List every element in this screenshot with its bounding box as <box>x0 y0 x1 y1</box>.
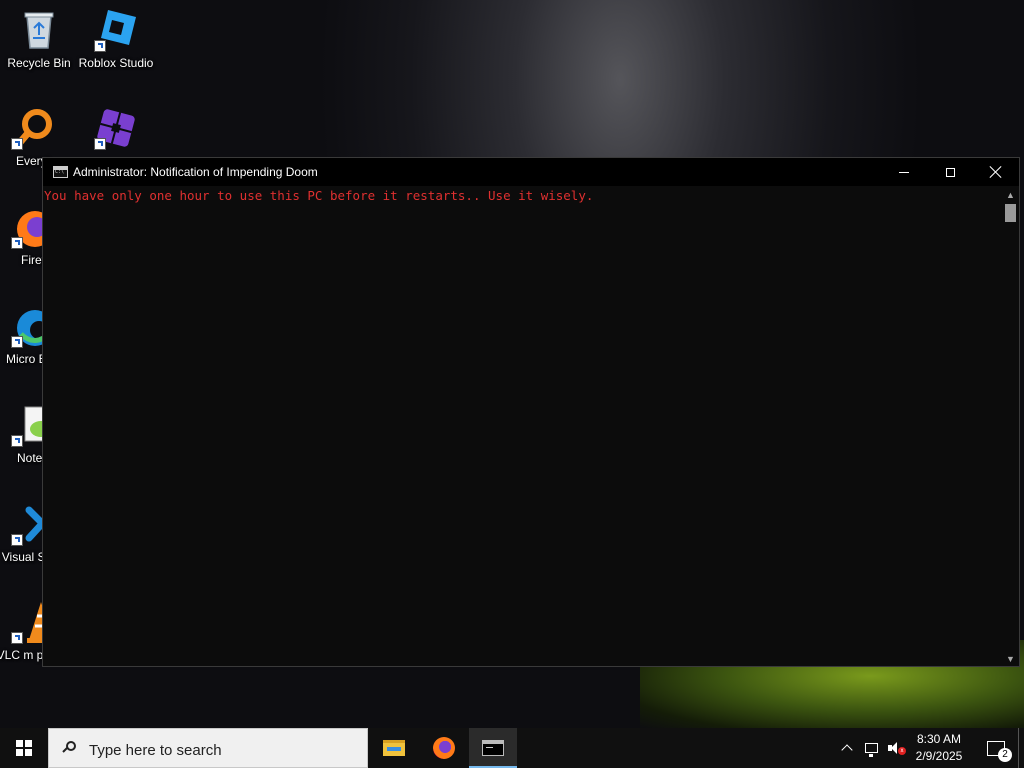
scroll-up-arrow-icon[interactable]: ▲ <box>1002 188 1019 202</box>
desktop-icon-label: Roblox Studio <box>78 56 154 70</box>
chevron-up-icon <box>841 744 853 756</box>
shortcut-arrow-icon <box>11 237 23 249</box>
close-icon <box>990 166 1002 178</box>
maximize-icon <box>945 167 955 177</box>
minimize-icon <box>899 171 909 173</box>
roblox-player-icon <box>94 106 138 150</box>
shortcut-arrow-icon <box>11 138 23 150</box>
taskbar-file-explorer[interactable] <box>370 728 418 768</box>
search-icon <box>63 741 76 754</box>
search-input[interactable] <box>87 739 361 761</box>
network-icon <box>864 743 878 757</box>
desktop-icon-roblox-studio[interactable]: Roblox Studio <box>78 8 154 71</box>
file-explorer-icon <box>383 740 405 756</box>
everything-search-icon <box>11 106 55 150</box>
scrollbar-thumb[interactable] <box>1005 204 1016 222</box>
taskbar-command-prompt[interactable] <box>469 728 517 768</box>
console-titlebar[interactable]: Administrator: Notification of Impending… <box>43 158 1019 186</box>
maximize-button[interactable] <box>927 158 973 186</box>
command-prompt-icon <box>482 740 504 756</box>
shortcut-arrow-icon <box>11 632 23 644</box>
roblox-studio-icon <box>94 8 138 52</box>
shortcut-arrow-icon <box>11 534 23 546</box>
shortcut-arrow-icon <box>94 138 106 150</box>
shortcut-arrow-icon <box>11 435 23 447</box>
network-button[interactable] <box>860 728 882 768</box>
windows-logo-icon <box>16 740 32 756</box>
action-center-button[interactable]: 2 <box>976 728 1016 768</box>
start-button[interactable] <box>0 728 48 768</box>
clock-time: 8:30 AM <box>916 732 962 746</box>
shortcut-arrow-icon <box>11 336 23 348</box>
notification-icon: 2 <box>987 740 1012 762</box>
taskbar-firefox[interactable] <box>420 728 468 768</box>
volume-button[interactable]: x <box>884 728 906 768</box>
desktop-icon-recycle-bin[interactable]: Recycle Bin <box>1 8 77 71</box>
desktop-icon-label: Recycle Bin <box>7 56 71 70</box>
console-window[interactable]: Administrator: Notification of Impending… <box>42 157 1020 667</box>
close-button[interactable] <box>973 158 1019 186</box>
notification-badge: 2 <box>998 747 1012 762</box>
minimize-button[interactable] <box>881 158 927 186</box>
clock-date: 2/9/2025 <box>915 749 963 763</box>
recycle-bin-icon <box>17 8 61 52</box>
shortcut-arrow-icon <box>94 40 106 52</box>
show-hidden-icons-button[interactable] <box>838 728 856 768</box>
vertical-scrollbar[interactable]: ▲ ▼ <box>1002 188 1019 666</box>
taskbar-clock[interactable]: 8:30 AM 2/9/2025 <box>906 728 972 768</box>
command-prompt-icon[interactable] <box>53 166 68 178</box>
taskbar-search-box[interactable] <box>48 728 368 768</box>
window-title: Administrator: Notification of Impending… <box>73 165 318 179</box>
firefox-icon <box>433 737 455 759</box>
console-output[interactable]: You have only one hour to use this PC be… <box>43 188 1001 666</box>
desktop-icon-roblox-player[interactable] <box>78 106 154 154</box>
scroll-down-arrow-icon[interactable]: ▼ <box>1002 652 1019 666</box>
taskbar: x 8:30 AM 2/9/2025 2 <box>0 728 1024 768</box>
volume-muted-icon: x <box>888 742 906 755</box>
show-desktop-button[interactable] <box>1018 728 1024 768</box>
